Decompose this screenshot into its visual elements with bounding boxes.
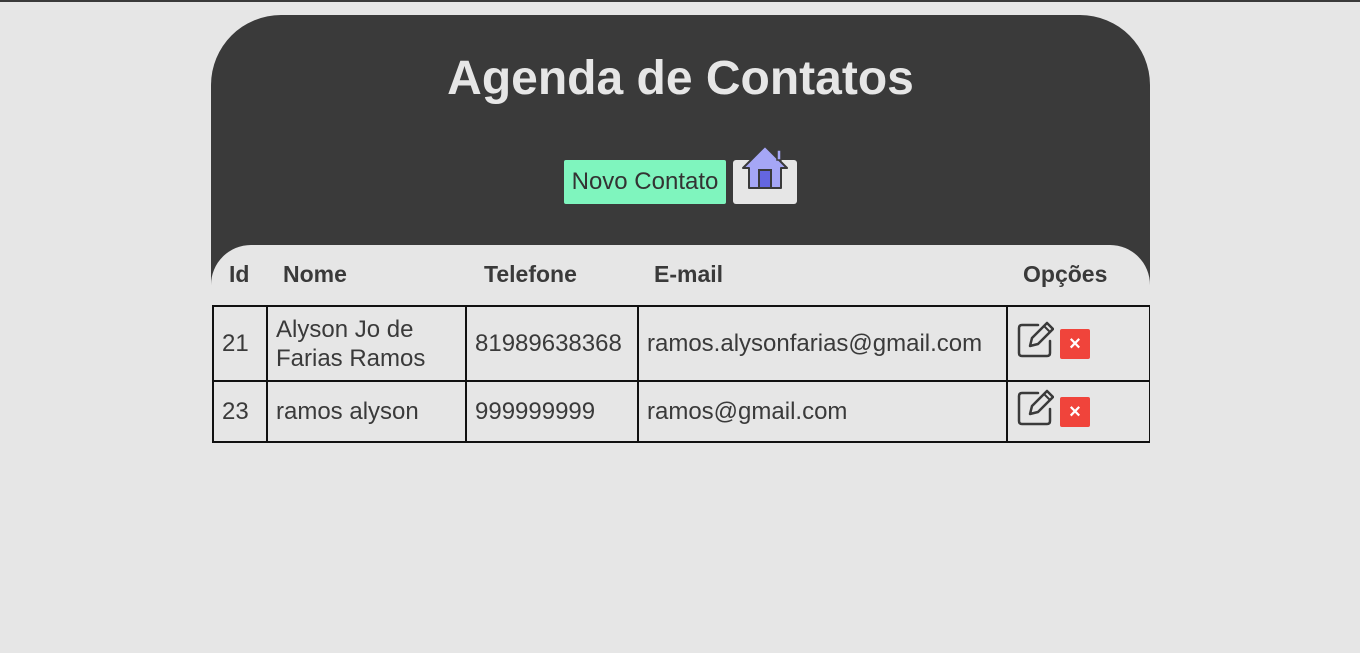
contacts-rows: 21 Alyson Jo de Farias Ramos 81989638368… (212, 305, 1150, 443)
cell-email: ramos.alysonfarias@gmail.com (637, 305, 1008, 382)
cell-phone: 81989638368 (465, 305, 639, 382)
header-email: E-mail (654, 261, 724, 287)
home-button[interactable] (733, 145, 798, 204)
header-name: Nome (283, 261, 347, 287)
header-options: Opções (1023, 261, 1108, 287)
table-header: Id Nome Telefone E-mail Opções (211, 245, 1150, 305)
delete-button[interactable]: × (1060, 328, 1090, 359)
header-actions: Novo Contato (211, 145, 1150, 204)
new-contact-button[interactable]: Novo Contato (563, 160, 727, 204)
edit-icon[interactable] (1016, 389, 1055, 434)
header-id: Id (229, 261, 250, 287)
cell-id: 21 (212, 305, 268, 382)
table-row: 23 ramos alyson 999999999 ramos@gmail.co… (212, 380, 1150, 443)
page-title: Agenda de Contatos (447, 52, 914, 105)
cell-options: × (1006, 305, 1150, 382)
cell-email: ramos@gmail.com (637, 380, 1008, 443)
delete-button[interactable]: × (1060, 396, 1090, 427)
cell-phone: 999999999 (465, 380, 639, 443)
cell-options: × (1006, 380, 1150, 443)
top-rule (0, 0, 1360, 2)
contacts-card: Agenda de Contatos Novo Contato Id Nome … (211, 15, 1150, 443)
contacts-table: Id Nome Telefone E-mail Opções 21 Alyson… (211, 245, 1150, 443)
cell-name: Alyson Jo de Farias Ramos (266, 305, 467, 382)
edit-icon[interactable] (1016, 321, 1055, 366)
header-phone: Telefone (484, 261, 577, 287)
home-icon (742, 145, 789, 189)
cell-id: 23 (212, 380, 268, 443)
table-row: 21 Alyson Jo de Farias Ramos 81989638368… (212, 305, 1150, 382)
cell-name: ramos alyson (266, 380, 467, 443)
